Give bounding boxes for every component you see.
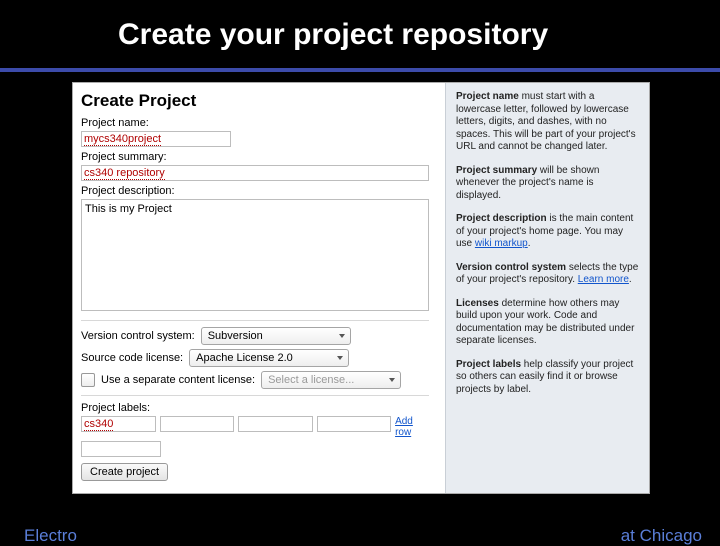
create-project-form: Create Project Project name: mycs340proj… [73,83,437,493]
project-labels-row: cs340 Add row [81,416,429,438]
license-select[interactable]: Apache License 2.0 [189,349,349,367]
project-summary-input[interactable]: cs340 repository [81,165,429,181]
create-project-screenshot: Create Project Project name: mycs340proj… [72,82,650,494]
help-project-summary: Project summary will be shown whenever t… [456,165,639,203]
help-vcs: Version control system selects the type … [456,262,639,287]
project-label-input[interactable] [81,441,161,457]
separate-license-checkbox[interactable] [81,373,95,387]
separate-license-label: Use a separate content license: [101,374,255,386]
content-license-select[interactable]: Select a license... [261,371,401,389]
help-project-description: Project description is the main content … [456,213,639,251]
license-row: Source code license: Apache License 2.0 [81,349,429,367]
wiki-markup-link[interactable]: wiki markup [475,238,528,249]
separator [81,320,429,321]
project-label-input[interactable] [238,416,313,432]
footer-right: at Chicago [621,526,702,546]
title-underline [0,68,720,72]
footer-left: Electro [24,526,77,546]
add-row-link[interactable]: Add row [395,416,429,438]
slide-title: Create your project repository [0,0,720,58]
vcs-label: Version control system: [81,330,195,342]
project-name-label: Project name: [81,117,429,129]
vcs-select[interactable]: Subversion [201,327,351,345]
create-project-button[interactable]: Create project [81,463,168,481]
project-description-label: Project description: [81,185,429,197]
license-label: Source code license: [81,352,183,364]
project-label-input[interactable] [317,416,392,432]
help-licenses: Licenses determine how others may build … [456,298,639,348]
project-label-input[interactable]: cs340 [81,416,156,432]
vcs-row: Version control system: Subversion [81,327,429,345]
help-sidebar: Project name must start with a lowercase… [445,83,649,493]
learn-more-link[interactable]: Learn more [578,274,629,285]
form-heading: Create Project [81,91,429,111]
project-description-textarea[interactable] [81,199,429,311]
help-project-name: Project name must start with a lowercase… [456,91,639,154]
project-name-input[interactable]: mycs340project [81,131,231,147]
help-labels: Project labels help classify your projec… [456,359,639,397]
project-label-input[interactable] [160,416,235,432]
separate-license-row: Use a separate content license: Select a… [81,371,429,389]
project-summary-label: Project summary: [81,151,429,163]
separator [81,395,429,396]
project-labels-label: Project labels: [81,402,429,414]
